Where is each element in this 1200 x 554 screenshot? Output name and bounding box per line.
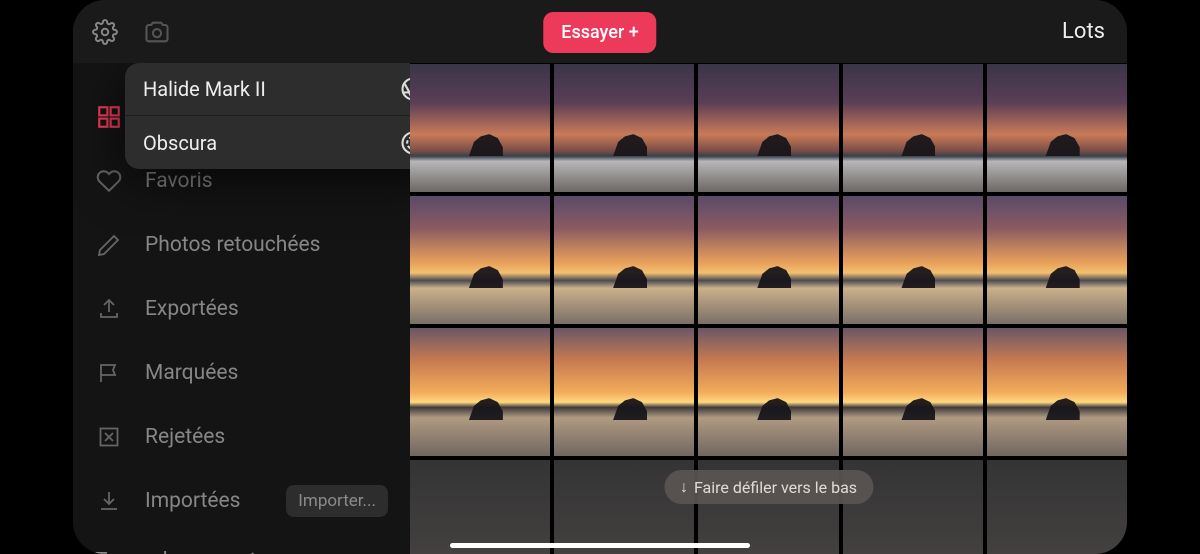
photo-thumbnail[interactable] (410, 328, 550, 456)
popover-item-halide[interactable]: Halide Mark II (125, 63, 410, 116)
photo-thumbnail[interactable] (554, 328, 694, 456)
gear-icon[interactable] (91, 18, 119, 46)
sidebar-item-label: Rejetées (145, 425, 388, 449)
sidebar-item-edited[interactable]: Photos retouchées (73, 213, 410, 277)
upload-icon (95, 295, 123, 323)
photo-thumbnail[interactable] (843, 328, 983, 456)
popover-item-label: Obscura (143, 131, 399, 155)
sidebar-item-label: Favoris (145, 169, 388, 193)
camera-app-popover: Halide Mark II Obscura (125, 63, 410, 169)
sidebar-item-label: Exportées (145, 297, 388, 321)
photo-thumbnail[interactable] (698, 64, 838, 192)
sidebar-item-imported[interactable]: Importées Importer... (73, 469, 410, 533)
flag-icon (95, 359, 123, 387)
photo-thumbnail[interactable] (554, 196, 694, 324)
photo-thumbnail[interactable] (698, 328, 838, 456)
pencil-icon (95, 231, 123, 259)
scroll-hint-label: Faire défiler vers le bas (694, 478, 857, 497)
home-indicator[interactable] (450, 543, 750, 548)
photo-thumbnail[interactable] (698, 196, 838, 324)
photo-thumbnail[interactable] (843, 196, 983, 324)
sidebar-item-flagged[interactable]: Marquées (73, 341, 410, 405)
camera-iris-icon (399, 129, 410, 157)
photo-thumbnail[interactable] (410, 460, 550, 554)
sidebar-item-exported[interactable]: Exportées (73, 277, 410, 341)
photo-thumbnail[interactable] (987, 64, 1127, 192)
arrow-down-icon: ↓ (680, 477, 688, 497)
photo-thumbnail[interactable] (843, 64, 983, 192)
heart-icon (95, 167, 123, 195)
photo-thumbnail[interactable] (410, 64, 550, 192)
grid-icon (95, 103, 123, 131)
photo-thumbnail[interactable] (554, 64, 694, 192)
popover-item-obscura[interactable]: Obscura (125, 116, 410, 169)
trial-button[interactable]: Essayer + (543, 12, 656, 53)
sidebar: Toutes les photos Favoris Photos retouch… (73, 63, 410, 554)
sidebar-section-media-types[interactable]: Types de support (73, 549, 410, 554)
photo-thumbnail[interactable] (987, 460, 1127, 554)
sidebar-item-rejected[interactable]: Rejetées (73, 405, 410, 469)
import-button[interactable]: Importer... (286, 485, 388, 517)
sidebar-item-label: Photos retouchées (145, 233, 388, 257)
sidebar-item-label: Marquées (145, 361, 388, 385)
x-box-icon (95, 423, 123, 451)
popover-item-label: Halide Mark II (143, 77, 399, 101)
photo-thumbnail[interactable] (987, 196, 1127, 324)
sidebar-item-label: Importées (145, 489, 264, 513)
aperture-icon (399, 75, 410, 103)
lots-button[interactable]: Lots (1062, 19, 1105, 44)
scroll-hint-pill[interactable]: ↓ Faire défiler vers le bas (664, 470, 873, 504)
camera-icon[interactable] (143, 18, 171, 46)
photo-thumbnail[interactable] (987, 328, 1127, 456)
download-icon (95, 487, 123, 515)
photo-thumbnail[interactable] (410, 196, 550, 324)
